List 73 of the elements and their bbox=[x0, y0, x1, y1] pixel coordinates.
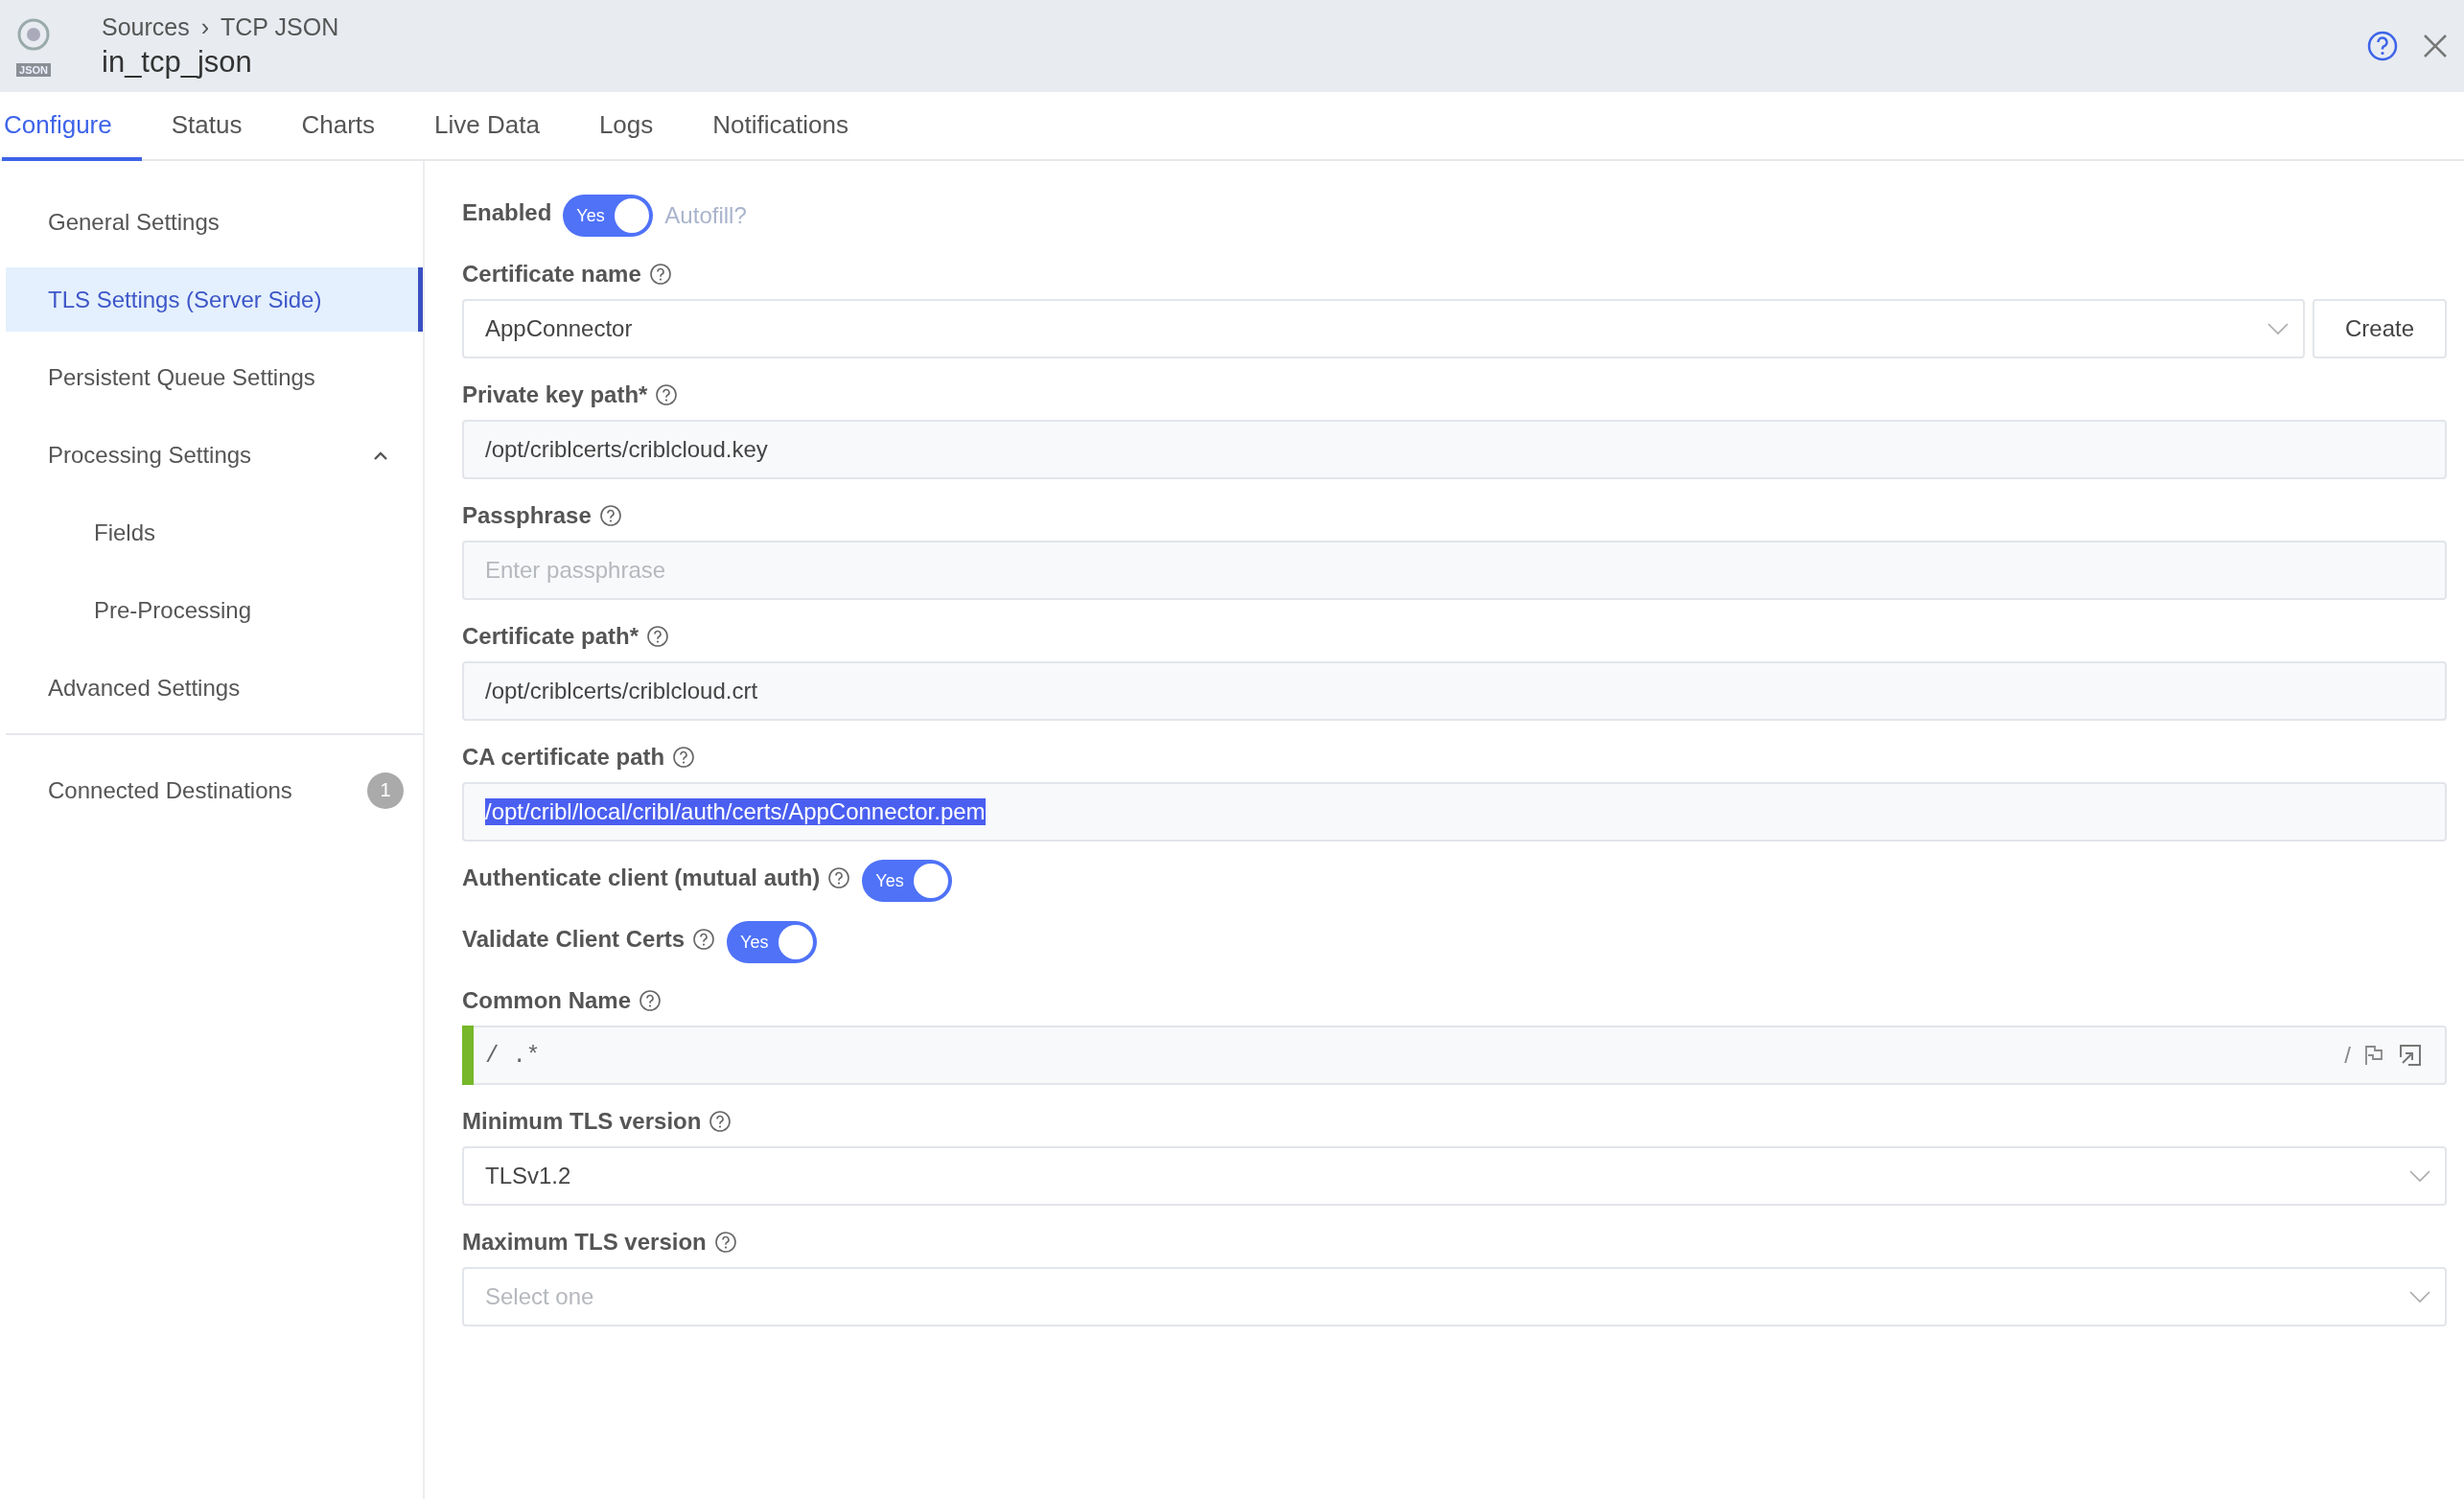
select-placeholder: Select one bbox=[485, 1283, 594, 1310]
tab[interactable]: Configure bbox=[2, 92, 142, 161]
input-field-value: /opt/criblcerts/criblcloud.key bbox=[485, 436, 768, 463]
sidebar-item[interactable]: General Settings bbox=[6, 190, 423, 254]
help-icon[interactable] bbox=[655, 383, 679, 406]
help-icon[interactable] bbox=[646, 625, 670, 648]
sidebar-item[interactable]: Processing Settings bbox=[6, 423, 423, 487]
select-value: AppConnector bbox=[485, 315, 633, 342]
help-icon[interactable] bbox=[2366, 30, 2399, 62]
create-button[interactable]: Create bbox=[2313, 299, 2447, 358]
input-field[interactable]: /opt/cribl/local/cribl/auth/certs/AppConnector.pem bbox=[462, 782, 2447, 842]
sidebar-item[interactable]: Persistent Queue Settings bbox=[6, 345, 423, 409]
tab[interactable]: Charts bbox=[271, 92, 406, 161]
help-icon[interactable] bbox=[692, 928, 716, 951]
help-icon[interactable] bbox=[648, 263, 672, 286]
regex-input-field[interactable]: / .* / bbox=[462, 1026, 2447, 1085]
help-icon[interactable] bbox=[639, 989, 662, 1012]
sidebar-item-label: TLS Settings (Server Side) bbox=[48, 286, 322, 313]
sidebar-item[interactable]: Advanced Settings bbox=[6, 656, 423, 720]
field-label: Enabled bbox=[462, 199, 552, 226]
help-icon[interactable] bbox=[672, 746, 696, 769]
tab[interactable]: Logs bbox=[569, 92, 684, 161]
expand-icon[interactable] bbox=[2397, 1042, 2424, 1069]
regex-delimiter: / bbox=[485, 1042, 500, 1069]
sidebar-item[interactable]: Connected Destinations 1 bbox=[6, 758, 423, 822]
dropdown[interactable]: AppConnector bbox=[462, 299, 2305, 358]
count-badge: 1 bbox=[367, 772, 404, 809]
field-label: Private key path* bbox=[462, 381, 648, 408]
tab[interactable]: Live Data bbox=[405, 92, 570, 161]
sidebar-item-label: Persistent Queue Settings bbox=[48, 363, 315, 391]
toggle-switch[interactable]: Yes bbox=[563, 195, 654, 237]
tab[interactable]: Status bbox=[141, 92, 272, 161]
source-title: in_tcp_json bbox=[102, 44, 253, 80]
field-label: Passphrase bbox=[462, 502, 592, 529]
sidebar-item-label: Processing Settings bbox=[48, 441, 252, 469]
input-placeholder: Enter passphrase bbox=[485, 557, 666, 584]
regex-value: .* bbox=[512, 1042, 541, 1069]
sidebar-item-label: Pre-Processing bbox=[94, 596, 252, 624]
sidebar-item-label: Fields bbox=[94, 519, 156, 546]
toggle-switch[interactable]: Yes bbox=[862, 860, 953, 902]
toggle-switch[interactable]: Yes bbox=[727, 921, 818, 963]
breadcrumb-link[interactable]: Sources bbox=[102, 12, 190, 41]
dropdown[interactable]: TLSv1.2 bbox=[462, 1146, 2447, 1206]
field-label: CA certificate path bbox=[462, 744, 665, 771]
breadcrumb-current: TCP JSON bbox=[221, 12, 339, 41]
input-field-value: /opt/criblcerts/criblcloud.crt bbox=[485, 678, 758, 704]
input-field[interactable]: /opt/criblcerts/criblcloud.crt bbox=[462, 661, 2447, 721]
field-label: Authenticate client (mutual auth) bbox=[462, 865, 821, 891]
json-logo-drawing: JSON bbox=[10, 15, 58, 77]
help-icon[interactable] bbox=[709, 1110, 732, 1133]
breadcrumb-separator: › bbox=[200, 12, 210, 41]
field-label: Validate Client Certs bbox=[462, 926, 686, 953]
close-icon[interactable] bbox=[2422, 33, 2449, 59]
sidebar-item-label: Advanced Settings bbox=[48, 674, 241, 702]
help-icon[interactable] bbox=[827, 866, 851, 889]
sidebar-item[interactable]: Fields bbox=[6, 500, 423, 565]
input-field-value: /opt/cribl/local/cribl/auth/certs/AppConnector.pem bbox=[485, 798, 986, 825]
help-icon[interactable] bbox=[713, 1231, 737, 1254]
sidebar-item-label: Connected Destinations bbox=[48, 776, 292, 804]
sidebar-item[interactable]: Pre-Processing bbox=[6, 578, 423, 642]
field-label: Maximum TLS version bbox=[462, 1229, 707, 1256]
select-value: TLSv1.2 bbox=[485, 1163, 571, 1189]
sidebar-item[interactable]: TLS Settings (Server Side) bbox=[6, 267, 423, 332]
regex-delimiter: / bbox=[2344, 1042, 2351, 1069]
field-label: Minimum TLS version bbox=[462, 1108, 702, 1135]
field-label: Common Name bbox=[462, 987, 632, 1014]
input-field[interactable]: /opt/criblcerts/criblcloud.key bbox=[462, 420, 2447, 479]
field-label: Certificate name bbox=[462, 261, 641, 288]
tab[interactable]: Notifications bbox=[683, 92, 878, 161]
help-icon[interactable] bbox=[598, 504, 622, 527]
sidebar-item-label: General Settings bbox=[48, 208, 220, 236]
field-label: Certificate path* bbox=[462, 623, 639, 650]
flag-icon[interactable] bbox=[2362, 1044, 2385, 1067]
